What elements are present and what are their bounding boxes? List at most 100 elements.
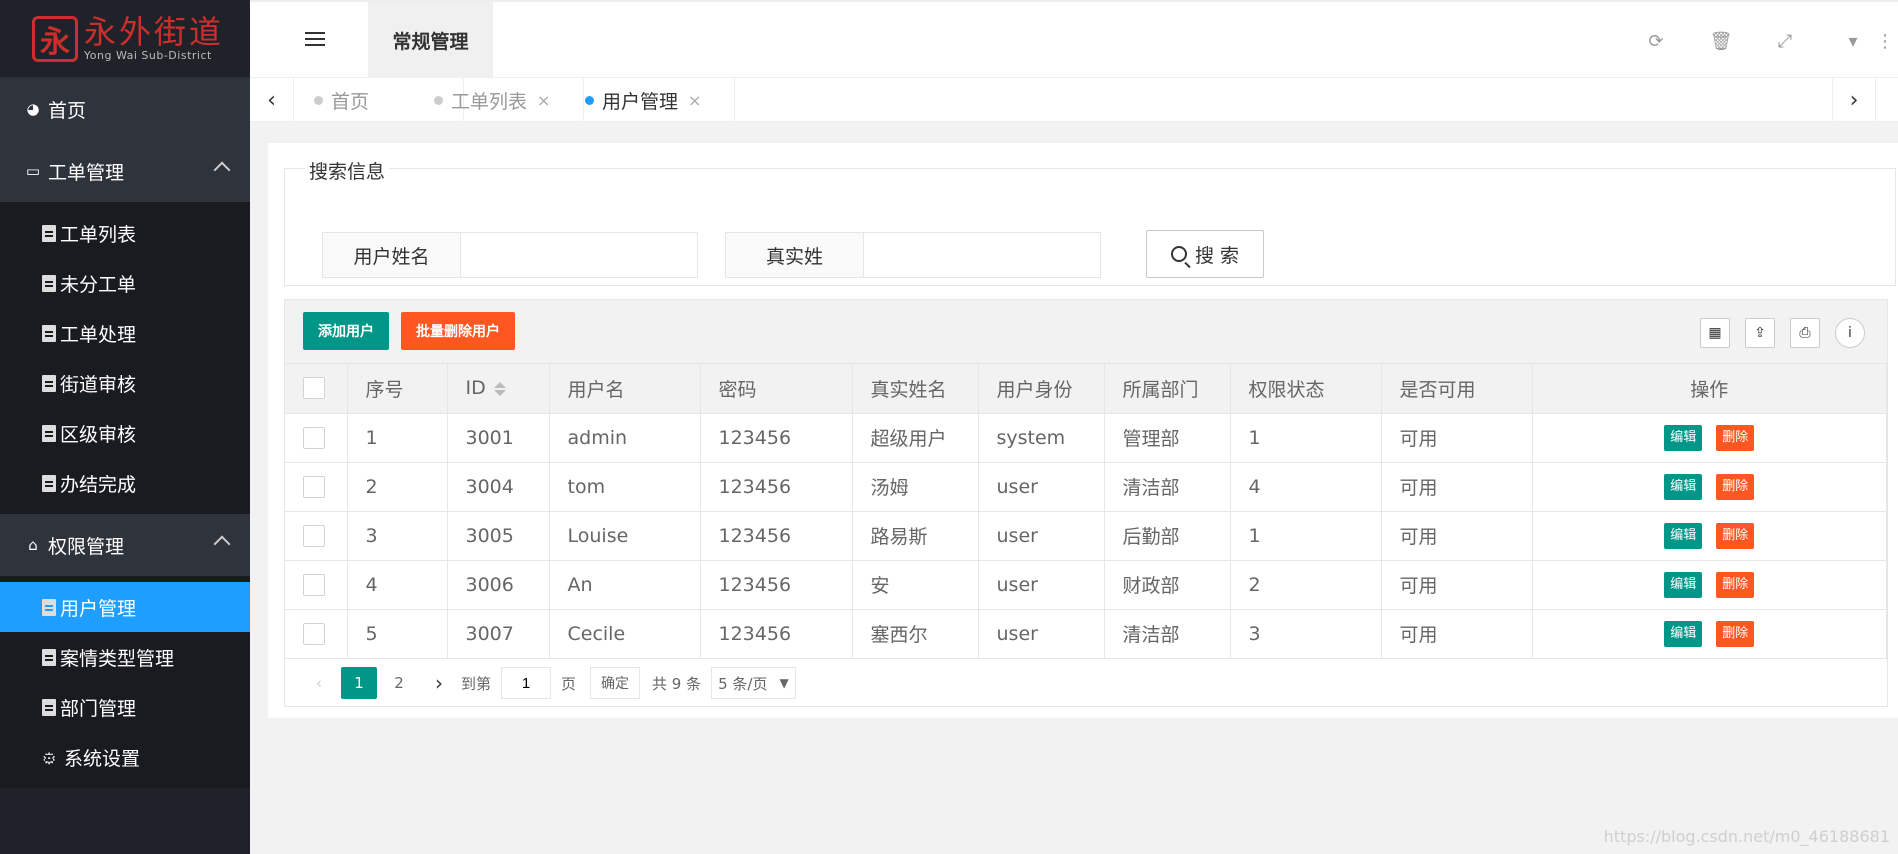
table-cell: user <box>978 609 1105 659</box>
next-page-icon[interactable]: › <box>421 667 457 699</box>
sidebar-group-label: 工单管理 <box>48 161 125 184</box>
row-actions: 编辑 删除 <box>1532 511 1887 561</box>
table-cell: user <box>978 560 1105 610</box>
sidebar-item-home[interactable]: ◕ 首页 <box>0 78 250 140</box>
realname-input[interactable] <box>864 233 1100 277</box>
prev-page-icon[interactable]: ‹ <box>301 667 337 699</box>
batch-delete-button[interactable]: 批量删除用户 <box>401 312 515 350</box>
table-cell: 超级用户 <box>852 413 979 463</box>
table-cell: 管理部 <box>1104 413 1231 463</box>
row-checkbox[interactable] <box>303 573 325 596</box>
select-all-checkbox[interactable] <box>303 377 325 400</box>
tab-close-icon[interactable]: × <box>688 91 701 110</box>
row-select-cell <box>285 560 348 610</box>
delete-button[interactable]: 删除 <box>1716 621 1755 647</box>
page-unit-label: 页 <box>561 674 577 693</box>
table-cell: 1 <box>1230 413 1382 463</box>
row-checkbox[interactable] <box>303 475 325 498</box>
sidebar-item-departments[interactable]: 部门管理 <box>0 682 250 732</box>
table-cell: Cecile <box>549 609 701 659</box>
table-cell: 可用 <box>1381 560 1533 610</box>
more-icon[interactable]: ⋮ <box>1876 30 1894 52</box>
edit-button[interactable]: 编辑 <box>1664 523 1703 549</box>
dropdown-icon[interactable]: ▾ <box>1842 30 1864 52</box>
col-available: 是否可用 <box>1381 364 1533 414</box>
menu-toggle-icon[interactable] <box>305 32 325 48</box>
table-cell: 安 <box>852 560 979 610</box>
table-cell: 3007 <box>447 609 550 659</box>
tabs-prev-icon[interactable]: ‹ <box>250 78 294 122</box>
page-number-input[interactable] <box>501 667 552 699</box>
sidebar-item-street-review[interactable]: 街道审核 <box>0 358 250 408</box>
sidebar-item-processing[interactable]: 工单处理 <box>0 308 250 358</box>
col-password: 密码 <box>700 364 853 414</box>
sidebar-item-label: 未分工单 <box>60 273 137 296</box>
username-label: 用户姓名 <box>323 233 461 277</box>
sidebar-item-label: 工单列表 <box>60 223 137 246</box>
tab-user-management[interactable]: 用户管理 × <box>565 78 735 122</box>
col-id[interactable]: ID <box>447 364 550 414</box>
tab-close-icon[interactable]: × <box>537 91 550 110</box>
file-icon <box>42 274 56 292</box>
add-user-button[interactable]: 添加用户 <box>303 312 389 350</box>
sidebar-item-unassigned[interactable]: 未分工单 <box>0 258 250 308</box>
sidebar-item-workorder-list[interactable]: 工单列表 <box>0 208 250 258</box>
sidebar-item-settings[interactable]: ⚙ 系统设置 <box>0 732 250 782</box>
tabs-next-icon[interactable]: › <box>1832 78 1876 122</box>
sidebar-item-users[interactable]: 用户管理 <box>0 582 250 632</box>
row-checkbox[interactable] <box>303 524 325 547</box>
sidebar-item-label: 区级审核 <box>60 423 137 446</box>
search-button[interactable]: 搜 索 <box>1146 230 1264 278</box>
username-input[interactable] <box>461 233 697 277</box>
sort-icon[interactable] <box>493 381 506 396</box>
header-tab-general[interactable]: 常规管理 <box>368 2 493 78</box>
sidebar-group-label: 权限管理 <box>48 535 125 558</box>
tab-label: 用户管理 <box>602 90 679 113</box>
info-icon[interactable]: i <box>1835 318 1865 348</box>
edit-button[interactable]: 编辑 <box>1664 474 1703 500</box>
table-cell: 1 <box>1230 511 1382 561</box>
export-icon[interactable]: ⇪ <box>1745 318 1775 348</box>
delete-button[interactable]: 删除 <box>1716 474 1755 500</box>
table-cell: 后勤部 <box>1104 511 1231 561</box>
tab-label: 首页 <box>331 90 370 113</box>
table-row: 3 3005 Louise 123456 路易斯 user 后勤部 1 可用 编辑 删除 <box>285 511 1887 561</box>
delete-button[interactable]: 删除 <box>1716 572 1755 598</box>
goto-label: 到第 <box>461 674 492 693</box>
page-2[interactable]: 2 <box>381 667 417 699</box>
edit-button[interactable]: 编辑 <box>1664 572 1703 598</box>
table-cell: 3006 <box>447 560 550 610</box>
delete-button[interactable]: 删除 <box>1716 425 1755 451</box>
refresh-icon[interactable]: ⟳ <box>1645 30 1667 52</box>
watermark: https://blog.csdn.net/m0_46188681 <box>1603 827 1890 846</box>
row-checkbox[interactable] <box>303 622 325 645</box>
tab-workorder-list[interactable]: 工单列表 × <box>414 78 584 122</box>
print-icon[interactable]: ⎙ <box>1790 318 1820 348</box>
row-checkbox[interactable] <box>303 426 325 449</box>
col-permission: 权限状态 <box>1230 364 1382 414</box>
sidebar-item-completed[interactable]: 办结完成 <box>0 458 250 508</box>
fullscreen-icon[interactable]: ⤢ <box>1774 30 1796 52</box>
goto-confirm-button[interactable]: 确定 <box>590 667 641 699</box>
table-row: 5 3007 Cecile 123456 塞西尔 user 清洁部 3 可用 编辑 删除 <box>285 609 1887 659</box>
edit-button[interactable]: 编辑 <box>1664 621 1703 647</box>
file-icon <box>42 424 56 442</box>
table-cell: 财政部 <box>1104 560 1231 610</box>
edit-button[interactable]: 编辑 <box>1664 425 1703 451</box>
columns-icon[interactable]: ▦ <box>1700 318 1730 348</box>
chevron-up-icon <box>213 161 231 179</box>
sidebar-item-district-review[interactable]: 区级审核 <box>0 408 250 458</box>
col-actions: 操作 <box>1532 364 1887 414</box>
table-cell: 可用 <box>1381 511 1533 561</box>
page-size-select[interactable]: 5 条/页 ▼ <box>711 667 796 699</box>
page-1[interactable]: 1 <box>341 667 377 699</box>
file-icon <box>42 698 56 716</box>
delete-button[interactable]: 删除 <box>1716 523 1755 549</box>
table-cell: 汤姆 <box>852 462 979 512</box>
table-cell: 可用 <box>1381 413 1533 463</box>
trash-icon[interactable]: 🗑 <box>1710 30 1733 52</box>
sidebar-group-permissions[interactable]: ⌂ 权限管理 <box>0 514 250 576</box>
table-cell: 123456 <box>700 413 853 463</box>
sidebar-group-workorders[interactable]: ▭ 工单管理 <box>0 140 250 202</box>
sidebar-item-case-types[interactable]: 案情类型管理 <box>0 632 250 682</box>
